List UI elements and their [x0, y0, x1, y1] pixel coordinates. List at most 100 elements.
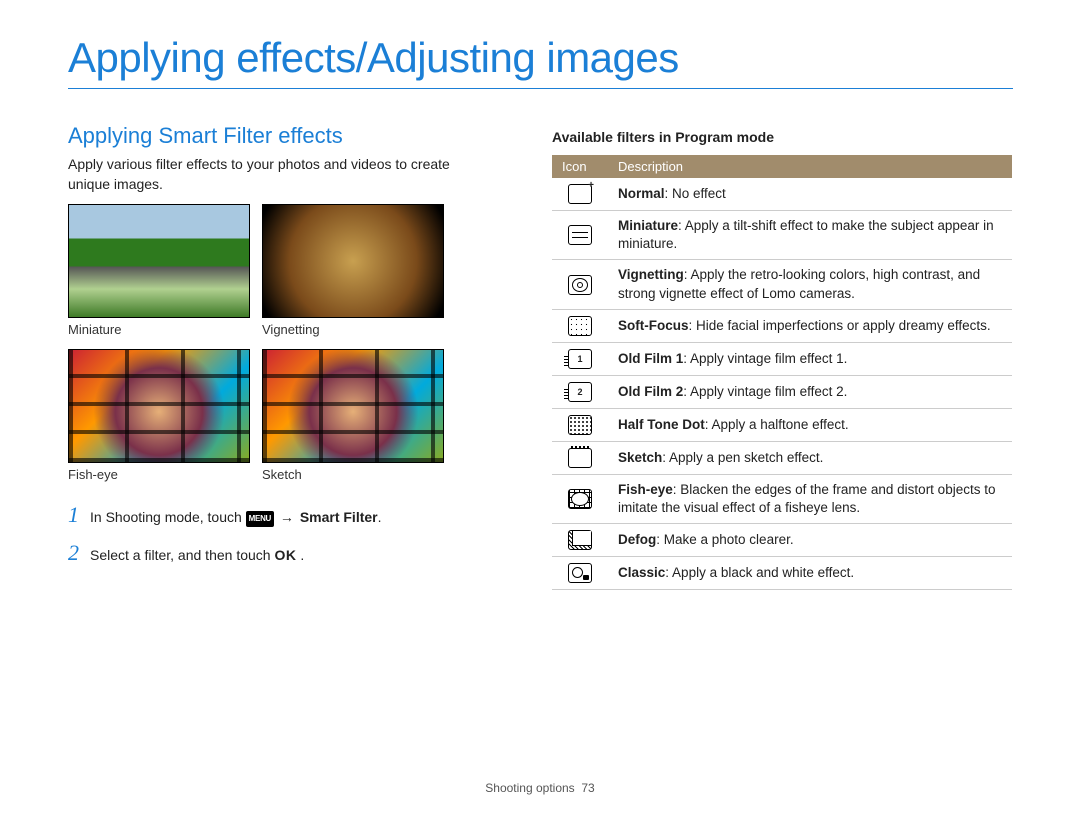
filter-icon-cell: [552, 474, 608, 523]
filter-name: Old Film 1: [618, 351, 683, 366]
table-row: Miniature: Apply a tilt-shift effect to …: [552, 211, 1012, 260]
fisheye-icon: [568, 489, 592, 509]
filter-icon-cell: [552, 408, 608, 441]
step1-pre: In Shooting mode, touch: [90, 509, 246, 525]
footer-page: 73: [581, 781, 594, 795]
ok-icon: OK: [274, 547, 296, 563]
filter-icon-cell: [552, 260, 608, 309]
normal-icon: [568, 184, 592, 204]
oldfilm2-icon: [568, 382, 592, 402]
filter-icon-cell: [552, 375, 608, 408]
filter-name: Old Film 2: [618, 384, 683, 399]
filter-name: Fish-eye: [618, 482, 673, 497]
table-row: Old Film 1: Apply vintage film effect 1.: [552, 342, 1012, 375]
table-row: Old Film 2: Apply vintage film effect 2.: [552, 375, 1012, 408]
menu-icon: MENU: [246, 511, 274, 527]
table-row: Normal: No effect: [552, 178, 1012, 211]
content-columns: Applying Smart Filter effects Apply vari…: [68, 123, 1012, 590]
filter-desc: : Apply a halftone effect.: [705, 417, 849, 432]
filter-desc: : No effect: [665, 186, 726, 201]
step-text: In Shooting mode, touch MENU → Smart Fil…: [90, 507, 382, 528]
filter-name: Sketch: [618, 450, 662, 465]
table-row: Half Tone Dot: Apply a halftone effect.: [552, 408, 1012, 441]
filter-name: Defog: [618, 532, 656, 547]
filter-desc-cell: Sketch: Apply a pen sketch effect.: [608, 441, 1012, 474]
table-row: Sketch: Apply a pen sketch effect.: [552, 441, 1012, 474]
sample-image: [68, 204, 250, 318]
sample-fisheye: Fish-eye: [68, 349, 250, 482]
filter-desc-cell: Old Film 2: Apply vintage film effect 2.: [608, 375, 1012, 408]
filter-desc-cell: Normal: No effect: [608, 178, 1012, 211]
oldfilm1-icon: [568, 349, 592, 369]
filter-desc-cell: Miniature: Apply a tilt-shift effect to …: [608, 211, 1012, 260]
defog-icon: [568, 530, 592, 550]
softfocus-icon: [568, 316, 592, 336]
filter-desc-cell: Classic: Apply a black and white effect.: [608, 557, 1012, 590]
sample-label: Vignetting: [262, 322, 444, 337]
filter-name: Half Tone Dot: [618, 417, 705, 432]
sample-image: [68, 349, 250, 463]
step1-bold: Smart Filter: [300, 509, 378, 525]
filter-desc-cell: Old Film 1: Apply vintage film effect 1.: [608, 342, 1012, 375]
sample-image: [262, 349, 444, 463]
left-column: Applying Smart Filter effects Apply vari…: [68, 123, 488, 590]
filter-desc: : Hide facial imperfections or apply dre…: [689, 318, 991, 333]
filter-desc: : Apply a pen sketch effect.: [662, 450, 823, 465]
table-row: Classic: Apply a black and white effect.: [552, 557, 1012, 590]
sample-grid: Miniature Vignetting Fish-eye Sketch: [68, 204, 488, 482]
sample-label: Miniature: [68, 322, 250, 337]
filter-icon-cell: [552, 342, 608, 375]
filter-icon-cell: [552, 178, 608, 211]
th-description: Description: [608, 155, 1012, 178]
table-row: Vignetting: Apply the retro-looking colo…: [552, 260, 1012, 309]
table-heading: Available filters in Program mode: [552, 129, 1012, 145]
filter-name: Normal: [618, 186, 665, 201]
sample-label: Sketch: [262, 467, 444, 482]
filter-icon-cell: [552, 441, 608, 474]
filter-desc: : Apply a black and white effect.: [665, 565, 854, 580]
arrow-icon: →: [280, 509, 298, 525]
page-footer: Shooting options 73: [0, 781, 1080, 795]
step-number: 2: [68, 540, 90, 566]
filter-name: Classic: [618, 565, 665, 580]
vignetting-icon: [568, 275, 592, 295]
filter-desc-cell: Soft-Focus: Hide facial imperfections or…: [608, 309, 1012, 342]
filter-desc: : Apply vintage film effect 2.: [683, 384, 847, 399]
sample-miniature: Miniature: [68, 204, 250, 337]
step-2: 2 Select a filter, and then touch OK .: [68, 540, 488, 566]
table-row: Defog: Make a photo clearer.: [552, 524, 1012, 557]
th-icon: Icon: [552, 155, 608, 178]
filter-icon-cell: [552, 309, 608, 342]
page-title: Applying effects/Adjusting images: [68, 34, 1013, 89]
sample-sketch: Sketch: [262, 349, 444, 482]
filter-name: Miniature: [618, 218, 678, 233]
sketch-icon: [568, 448, 592, 468]
filter-desc-cell: Defog: Make a photo clearer.: [608, 524, 1012, 557]
step2-pre: Select a filter, and then touch: [90, 547, 274, 563]
filter-desc-cell: Vignetting: Apply the retro-looking colo…: [608, 260, 1012, 309]
steps-list: 1 In Shooting mode, touch MENU → Smart F…: [68, 502, 488, 566]
halftone-icon: [568, 415, 592, 435]
filter-table: Icon Description Normal: No effectMiniat…: [552, 155, 1012, 590]
filter-desc: : Blacken the edges of the frame and dis…: [618, 482, 995, 515]
step-number: 1: [68, 502, 90, 528]
filter-desc: : Make a photo clearer.: [656, 532, 793, 547]
intro-text: Apply various filter effects to your pho…: [68, 155, 488, 194]
filter-name: Soft-Focus: [618, 318, 689, 333]
filter-desc: : Apply vintage film effect 1.: [683, 351, 847, 366]
filter-icon-cell: [552, 211, 608, 260]
table-row: Soft-Focus: Hide facial imperfections or…: [552, 309, 1012, 342]
sample-vignetting: Vignetting: [262, 204, 444, 337]
sample-label: Fish-eye: [68, 467, 250, 482]
classic-icon: [568, 563, 592, 583]
right-column: Available filters in Program mode Icon D…: [552, 123, 1012, 590]
sample-image: [262, 204, 444, 318]
table-row: Fish-eye: Blacken the edges of the frame…: [552, 474, 1012, 523]
section-title: Applying Smart Filter effects: [68, 123, 488, 149]
filter-desc-cell: Fish-eye: Blacken the edges of the frame…: [608, 474, 1012, 523]
filter-desc-cell: Half Tone Dot: Apply a halftone effect.: [608, 408, 1012, 441]
step2-post: .: [296, 547, 304, 563]
step-text: Select a filter, and then touch OK .: [90, 545, 304, 566]
filter-icon-cell: [552, 557, 608, 590]
footer-section: Shooting options: [485, 781, 574, 795]
